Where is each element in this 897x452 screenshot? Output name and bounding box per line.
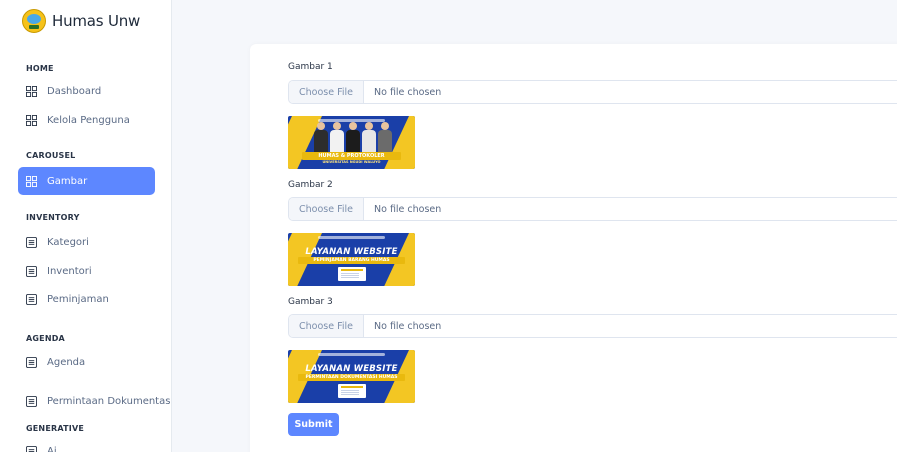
sidebar-item-label: Inventori (47, 265, 92, 277)
brand-name: Humas Unw (52, 12, 141, 30)
banner-title: LAYANAN WEBSITE (305, 247, 398, 257)
list-icon (26, 293, 37, 305)
sidebar-item-label: Dashboard (47, 85, 102, 97)
sidebar-item-agenda[interactable]: Agenda (18, 348, 155, 376)
grid-icon (26, 85, 37, 97)
nav-section-home: HOME (26, 64, 54, 73)
list-icon (26, 445, 37, 452)
nav-section-agenda: AGENDA (26, 334, 65, 343)
nav-section-inventory: INVENTORY (26, 213, 80, 222)
choose-file-button[interactable]: Choose File (289, 198, 364, 220)
sidebar-item-permintaan-dokumentasi[interactable]: Permintaan Dokumentasi (18, 387, 171, 415)
sidebar-item-peminjaman[interactable]: Peminjaman (18, 285, 155, 313)
sidebar-item-gambar[interactable]: Gambar (18, 167, 155, 195)
brand[interactable]: Humas Unw (22, 7, 140, 35)
sidebar-item-label: Permintaan Dokumentasi (47, 395, 172, 407)
banner-logo-bar (318, 236, 385, 239)
banner-subtitle: PERMINTAAN DOKUMENTASI HUMAS (298, 374, 405, 381)
banner-title: HUMAS & PROTOKOLER (302, 152, 401, 160)
file-status-text: No file chosen (374, 320, 442, 332)
sidebar-item-label: Ai (47, 445, 57, 452)
sidebar-item-ai[interactable]: Ai (18, 437, 155, 452)
nav-section-generative: GENERATIVE (26, 424, 85, 433)
list-icon (26, 395, 37, 407)
list-icon (26, 236, 37, 248)
file-status-text: No file chosen (374, 203, 442, 215)
banner-subtitle: PEMINJAMAN BARANG HUMAS (298, 257, 405, 264)
sidebar-item-label: Gambar (47, 175, 88, 187)
grid-icon (26, 175, 37, 187)
nav-section-carousel: CAROUSEL (26, 151, 76, 160)
list-icon (26, 265, 37, 277)
sidebar-item-inventori[interactable]: Inventori (18, 257, 155, 285)
submit-button[interactable]: Submit (288, 413, 339, 436)
sidebar-item-label: Peminjaman (47, 293, 109, 305)
gambar-2-file-input[interactable]: Choose File No file chosen (288, 197, 897, 221)
choose-file-button[interactable]: Choose File (289, 81, 364, 103)
document-icon (338, 384, 366, 398)
sidebar-item-label: Agenda (47, 356, 86, 368)
gambar-3-file-input[interactable]: Choose File No file chosen (288, 314, 897, 338)
banner-logo-bar (318, 353, 385, 356)
gambar-1-file-input[interactable]: Choose File No file chosen (288, 80, 897, 104)
file-status-text: No file chosen (374, 86, 442, 98)
list-icon (26, 356, 37, 368)
sidebar: Humas Unw HOME Dashboard Kelola Pengguna… (0, 0, 172, 452)
gambar-2-preview-image: LAYANAN WEBSITE PEMINJAMAN BARANG HUMAS (288, 233, 415, 286)
gambar-3-preview-image: LAYANAN WEBSITE PERMINTAAN DOKUMENTASI H… (288, 350, 415, 403)
document-icon (338, 267, 366, 281)
grid-icon (26, 114, 37, 126)
university-logo-icon (22, 9, 46, 33)
banner-title: LAYANAN WEBSITE (305, 364, 398, 374)
gambar-3-label: Gambar 3 (288, 297, 333, 307)
main-content (172, 0, 897, 452)
sidebar-item-label: Kelola Pengguna (47, 114, 130, 126)
sidebar-item-kategori[interactable]: Kategori (18, 228, 155, 256)
banner-subtitle: UNIVERSITAS NGUDI WALUYO (322, 160, 381, 164)
gambar-1-label: Gambar 1 (288, 62, 333, 72)
sidebar-item-label: Kategori (47, 236, 89, 248)
gambar-1-preview-image: HUMAS & PROTOKOLER UNIVERSITAS NGUDI WAL… (288, 116, 415, 169)
gambar-2-label: Gambar 2 (288, 180, 333, 190)
people-photo (308, 120, 395, 152)
sidebar-item-dashboard[interactable]: Dashboard (18, 77, 155, 105)
choose-file-button[interactable]: Choose File (289, 315, 364, 337)
sidebar-item-kelola-pengguna[interactable]: Kelola Pengguna (18, 106, 155, 134)
